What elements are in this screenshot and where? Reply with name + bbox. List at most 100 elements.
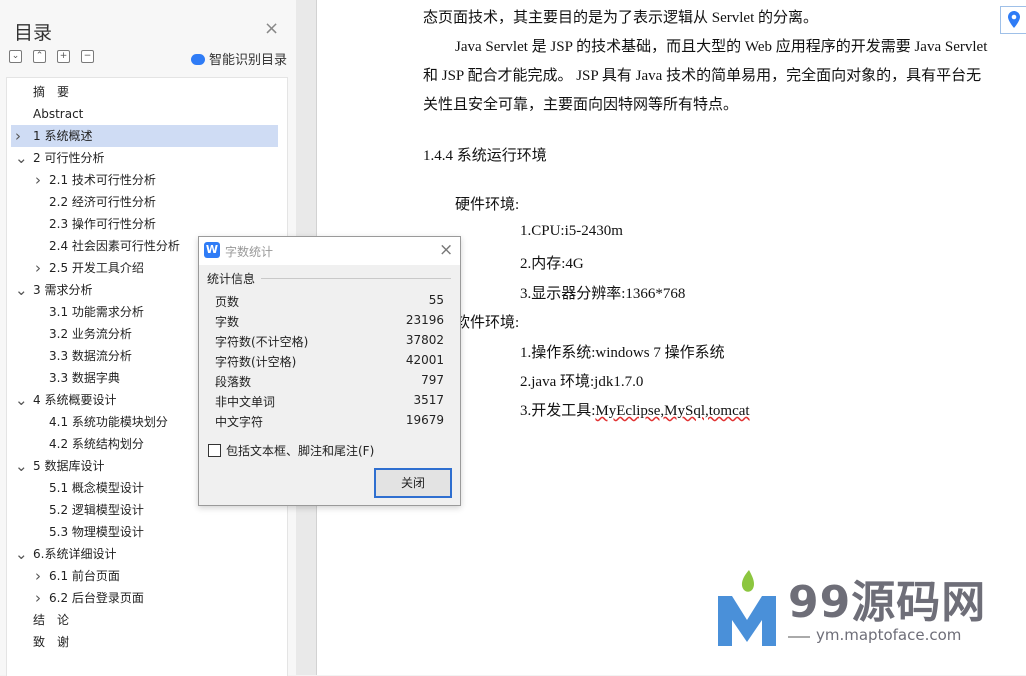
toc-item-label: 6.2 后台登录页面 (49, 591, 144, 605)
toc-item-label: 3.3 数据流分析 (49, 349, 132, 363)
toc-item-label: 2 可行性分析 (33, 151, 105, 165)
doc-line: 和 JSP 配合才能完成。 JSP 具有 Java 技术的简单易用，完全面向对象… (423, 68, 982, 84)
doc-line: 2.java 环境:jdk1.7.0 (520, 374, 644, 390)
remove-heading-icon[interactable]: − (81, 50, 94, 63)
toc-item-label: 5.2 逻辑模型设计 (49, 503, 144, 517)
toc-item-label: 结 论 (33, 613, 70, 627)
chevron-down-icon[interactable]: ⌄ (15, 147, 28, 169)
chevron-right-icon[interactable]: › (35, 169, 47, 191)
toc-item-label: 2.3 操作可行性分析 (49, 217, 156, 231)
toc-item[interactable]: 2.3 操作可行性分析 (11, 213, 281, 235)
stat-value: 797 (421, 373, 444, 387)
toc-item[interactable]: › 2.1 技术可行性分析 (11, 169, 281, 191)
divider (788, 636, 810, 638)
doc-line: 3.开发工具:MyEclipse,MySql,tomcat (520, 403, 750, 419)
watermark-brand: 99源码网 (788, 577, 987, 628)
watermark-url: ym.maptoface.com (816, 626, 962, 644)
add-heading-icon[interactable]: + (57, 50, 70, 63)
toc-item-label: 致 谢 (33, 635, 70, 649)
toc-title: 目录 (14, 22, 53, 44)
toc-item-label: 4.2 系统结构划分 (49, 437, 144, 451)
stat-label: 非中文单词 (215, 395, 276, 409)
stat-label: 字数 (215, 315, 240, 329)
chevron-right-icon[interactable]: › (35, 565, 47, 587)
word-count-dialog: W 字数统计 × 统计信息 页数 55 字数 23196 字符数(不计空格) 37802 字… (198, 236, 461, 506)
toc-item[interactable]: › 6.2 后台登录页面 (11, 587, 281, 609)
smart-recognize-label: 智能识别目录 (209, 53, 288, 68)
doc-line: 2.内存:4G (520, 256, 584, 272)
toc-item-label: 5.1 概念模型设计 (49, 481, 144, 495)
doc-line: 关性且安全可靠，主要面向因特网等所有特点。 (423, 97, 739, 113)
stat-label: 页数 (215, 295, 240, 309)
stat-value: 3517 (413, 393, 444, 407)
toc-item[interactable]: ⌄ 2 可行性分析 (11, 147, 281, 169)
close-icon[interactable]: × (264, 20, 279, 38)
collapse-all-icon[interactable]: ⌃ (33, 50, 46, 63)
toc-item[interactable]: 5.3 物理模型设计 (11, 521, 281, 543)
toc-item[interactable]: 2.2 经济可行性分析 (11, 191, 281, 213)
toc-item-label: 3.2 业务流分析 (49, 327, 132, 341)
toc-item[interactable]: 摘 要 (11, 81, 281, 103)
close-icon[interactable]: × (439, 240, 453, 260)
location-pin-icon[interactable] (1000, 6, 1026, 34)
toc-item-label: 4 系统概要设计 (33, 393, 117, 407)
toc-item[interactable]: ⌄ 6.系统详细设计 (11, 543, 281, 565)
smart-icon (191, 54, 205, 65)
toc-item-label: 3.3 数据字典 (49, 371, 120, 385)
toc-item-label: 6.系统详细设计 (33, 547, 117, 561)
logo-mark-icon (718, 570, 776, 646)
smart-recognize-button[interactable]: 智能识别目录 (191, 49, 287, 68)
spellcheck-underline: MyEclipse,MySql,tomcat (595, 403, 750, 419)
doc-line: 硬件环境: (455, 197, 520, 213)
toc-item-label: 4.1 系统功能模块划分 (49, 415, 168, 429)
include-textbox-checkbox[interactable] (208, 444, 221, 457)
stat-label: 中文字符 (215, 415, 264, 429)
toc-item[interactable]: 致 谢 (11, 631, 281, 653)
stat-value: 55 (428, 293, 444, 307)
dialog-titlebar[interactable]: W 字数统计 × (199, 237, 460, 265)
divider (261, 278, 451, 279)
stat-value: 19679 (405, 413, 444, 427)
toc-item[interactable]: 结 论 (11, 609, 281, 631)
toc-item[interactable]: › 1 系统概述 (11, 125, 278, 147)
stat-label: 字符数(不计空格) (215, 335, 309, 349)
stat-value: 42001 (405, 353, 444, 367)
dialog-title: 字数统计 (225, 245, 274, 259)
toc-item-label: 5 数据库设计 (33, 459, 105, 473)
toc-item-label: 2.5 开发工具介绍 (49, 261, 144, 275)
chevron-right-icon[interactable]: › (35, 587, 47, 609)
toc-item-label: 6.1 前台页面 (49, 569, 120, 583)
chevron-down-icon[interactable]: ⌄ (15, 279, 28, 301)
expand-all-icon[interactable]: ⌄ (9, 50, 22, 63)
toc-item-label: 5.3 物理模型设计 (49, 525, 144, 539)
close-button[interactable]: 关闭 (374, 468, 452, 498)
wps-logo-icon: W (204, 242, 220, 258)
chevron-right-icon[interactable]: › (15, 125, 27, 147)
stat-value: 37802 (405, 333, 444, 347)
chevron-right-icon[interactable]: › (35, 257, 47, 279)
stat-label: 字符数(计空格) (215, 355, 297, 369)
doc-line: Java Servlet 是 JSP 的技术基础，而且大型的 Web 应用程序的… (455, 39, 988, 55)
toc-item-label: 2.2 经济可行性分析 (49, 195, 156, 209)
toc-item-label: 2.1 技术可行性分析 (49, 173, 156, 187)
chevron-down-icon[interactable]: ⌄ (15, 389, 28, 411)
doc-line: 1.操作系统:windows 7 操作系统 (520, 345, 725, 361)
toc-item[interactable]: Abstract (11, 103, 281, 125)
doc-line: 态页面技术，其主要目的是为了表示逻辑从 Servlet 的分离。 (423, 10, 818, 26)
toc-item-label: 3.1 功能需求分析 (49, 305, 144, 319)
stats-group-label: 统计信息 (207, 272, 256, 286)
toc-item-label: 2.4 社会因素可行性分析 (49, 239, 180, 253)
toc-item-label: Abstract (33, 107, 84, 121)
include-textbox-label: 包括文本框、脚注和尾注(F) (226, 444, 375, 458)
doc-line: 3.显示器分辨率:1366*768 (520, 286, 686, 302)
doc-line: 1.CPU:i5-2430m (520, 223, 623, 239)
toc-item[interactable]: › 6.1 前台页面 (11, 565, 281, 587)
stat-value: 23196 (405, 313, 444, 327)
toc-item-label: 摘 要 (33, 85, 70, 99)
doc-heading: 1.4.4 系统运行环境 (423, 148, 547, 164)
stat-label: 段落数 (215, 375, 252, 389)
chevron-down-icon[interactable]: ⌄ (15, 543, 28, 565)
toc-item-label: 1 系统概述 (33, 129, 93, 143)
chevron-down-icon[interactable]: ⌄ (15, 455, 28, 477)
doc-line: 软件环境: (455, 315, 520, 331)
